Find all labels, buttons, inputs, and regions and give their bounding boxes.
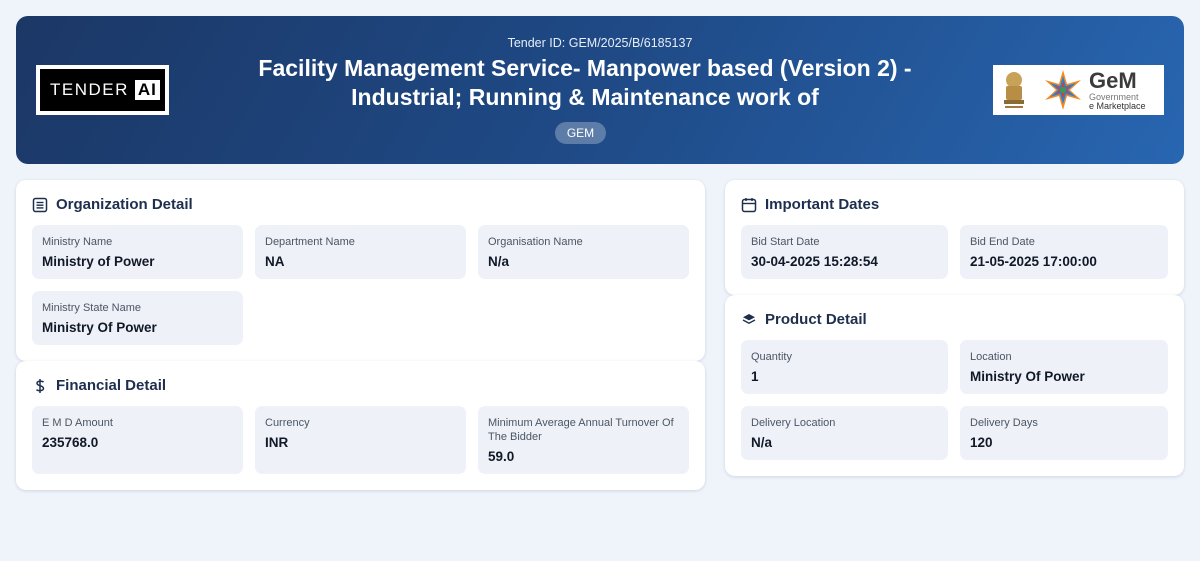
field-value: Ministry Of Power xyxy=(970,369,1085,384)
field-value: 59.0 xyxy=(488,449,515,464)
organization-detail-card: Organization Detail Ministry Name Minist… xyxy=(16,180,705,361)
gem-logo: GeM Government e Marketplace xyxy=(993,65,1164,115)
field-bid-end-date: Bid End Date 21-05-2025 17:00:00 xyxy=(960,225,1168,279)
field-value: 30-04-2025 15:28:54 xyxy=(751,254,878,269)
field-label: Ministry State Name xyxy=(42,302,142,314)
field-label: Bid End Date xyxy=(970,236,1035,248)
important-dates-heading: Important Dates xyxy=(741,196,879,213)
field-ministry-state-name: Ministry State Name Ministry Of Power xyxy=(32,291,243,345)
field-delivery-location: Delivery Location N/a xyxy=(741,406,948,460)
organization-detail-title: Organization Detail xyxy=(56,196,193,213)
field-value: N/a xyxy=(751,435,773,450)
field-label: Organisation Name xyxy=(488,236,583,248)
field-label: Delivery Location xyxy=(751,417,836,429)
field-currency: Currency INR xyxy=(255,406,466,474)
field-label: Currency xyxy=(265,417,310,429)
organization-detail-heading: Organization Detail xyxy=(32,196,193,213)
field-value: 235768.0 xyxy=(42,435,99,450)
field-label: Bid Start Date xyxy=(751,236,820,248)
field-value: INR xyxy=(265,435,289,450)
product-detail-card: Product Detail Quantity 1 Location Minis… xyxy=(725,295,1184,476)
field-bid-start-date: Bid Start Date 30-04-2025 15:28:54 xyxy=(741,225,948,279)
field-label: Minimum Average Annual Turnover Of The B… xyxy=(488,417,674,443)
layers-icon xyxy=(741,312,757,328)
national-emblem-icon xyxy=(1004,72,1024,108)
tender-ai-logo: TENDER AI xyxy=(36,65,169,115)
source-badge: GEM xyxy=(555,122,606,144)
important-dates-title: Important Dates xyxy=(765,196,880,213)
field-value: NA xyxy=(265,254,285,269)
gem-logo-text: GeM xyxy=(1089,67,1137,93)
field-emd-amount: E M D Amount 235768.0 xyxy=(32,406,243,474)
logo-text-tender: TENDER xyxy=(50,80,129,99)
gem-star-icon xyxy=(1045,70,1081,110)
gem-logo-tagline: e Marketplace xyxy=(1089,100,1146,111)
field-min-turnover: Minimum Average Annual Turnover Of The B… xyxy=(478,406,689,474)
document-list-icon xyxy=(32,197,48,213)
important-dates-card: Important Dates Bid Start Date 30-04-202… xyxy=(725,180,1184,295)
field-label: E M D Amount xyxy=(42,417,113,429)
field-label: Quantity xyxy=(751,351,792,363)
field-label: Department Name xyxy=(265,236,355,248)
field-value: Ministry Of Power xyxy=(42,320,157,335)
product-detail-heading: Product Detail xyxy=(741,311,867,328)
field-value: Ministry of Power xyxy=(42,254,155,269)
field-label: Delivery Days xyxy=(970,417,1038,429)
product-detail-title: Product Detail xyxy=(765,311,867,328)
financial-detail-title: Financial Detail xyxy=(56,377,167,394)
dollar-icon xyxy=(32,378,48,394)
tender-id: Tender ID: GEM/2025/B/6185137 xyxy=(507,36,693,50)
field-value: 21-05-2025 17:00:00 xyxy=(970,254,1097,269)
field-department-name: Department Name NA xyxy=(255,225,466,279)
field-value: 1 xyxy=(751,369,759,384)
financial-detail-heading: Financial Detail xyxy=(32,377,166,394)
logo-text-ai: AI xyxy=(134,80,160,100)
field-ministry-name: Ministry Name Ministry of Power xyxy=(32,225,243,279)
field-delivery-days: Delivery Days 120 xyxy=(960,406,1168,460)
tender-title: Facility Management Service- Manpower ba… xyxy=(258,55,912,110)
field-quantity: Quantity 1 xyxy=(741,340,948,394)
financial-detail-card: Financial Detail E M D Amount 235768.0 C… xyxy=(16,361,705,490)
field-value: N/a xyxy=(488,254,510,269)
field-organisation-name: Organisation Name N/a xyxy=(478,225,689,279)
field-value: 120 xyxy=(970,435,993,450)
tender-header: TENDER AI Tender ID: GEM/2025/B/6185137 … xyxy=(16,16,1184,164)
field-label: Ministry Name xyxy=(42,236,113,248)
field-location: Location Ministry Of Power xyxy=(960,340,1168,394)
calendar-icon xyxy=(741,197,757,213)
field-label: Location xyxy=(970,351,1012,363)
